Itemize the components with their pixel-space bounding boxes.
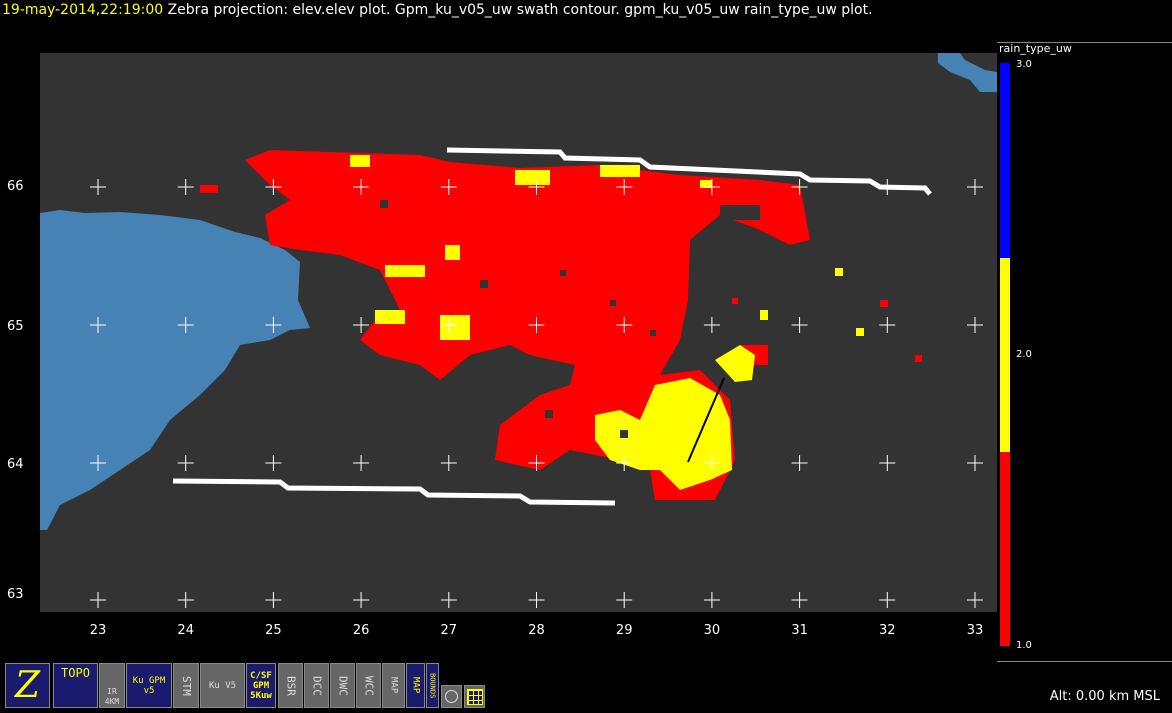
divider (997, 661, 1172, 662)
topo-button[interactable]: TOPO (53, 663, 98, 708)
ir-4km-button[interactable]: IR 4KM (99, 663, 125, 708)
wcc-button[interactable]: WCC (356, 663, 381, 708)
colorbar-label-1: 1.0 (1016, 640, 1032, 651)
x-axis-label: 24 (177, 623, 194, 638)
map-gray-button[interactable]: MAP (382, 663, 405, 708)
map-blue-button[interactable]: MAP (406, 663, 425, 708)
x-axis-label: 29 (616, 623, 633, 638)
ku-gpm-v5-button[interactable]: Ku GPM v5 (126, 663, 172, 708)
y-axis-label: 63 (7, 587, 24, 602)
y-axis-labels: 66 65 64 63 (7, 179, 24, 602)
dcc-button[interactable]: DCC (304, 663, 329, 708)
bounds-button[interactable]: BOUNDS (426, 663, 439, 708)
x-axis-label: 26 (353, 623, 370, 638)
y-axis-label: 65 (7, 319, 24, 334)
ku-v5-button[interactable]: Ku V5 (200, 663, 245, 708)
zebra-logo-button[interactable]: Z (5, 663, 50, 708)
colorbar-red (1000, 452, 1010, 646)
altitude-readout: Alt: 0.00 km MSL (1049, 689, 1160, 704)
center-button[interactable] (441, 685, 462, 708)
x-axis-label: 33 (967, 623, 984, 638)
colorbar-title: rain_type_uw (999, 42, 1072, 55)
x-axis-label: 25 (265, 623, 282, 638)
grid-button[interactable] (464, 685, 485, 708)
map-plot[interactable]: 23 24 25 26 27 28 29 30 31 32 33 66 65 64 63 (0, 0, 1172, 660)
x-axis-labels: 23 24 25 26 27 28 29 30 31 32 33 (90, 623, 984, 638)
x-axis-label: 23 (90, 623, 107, 638)
x-axis-label: 30 (704, 623, 721, 638)
colorbar-label-3: 3.0 (1016, 59, 1032, 70)
x-axis-label: 28 (528, 623, 545, 638)
x-axis-label: 27 (441, 623, 458, 638)
y-axis-label: 66 (7, 179, 24, 194)
colorbar-blue (1000, 63, 1010, 258)
x-axis-label: 32 (879, 623, 896, 638)
circle-target-icon (445, 690, 458, 703)
stm-button[interactable]: STM (173, 663, 199, 708)
colorbar-label-2: 2.0 (1016, 349, 1032, 360)
csf-gpm-button[interactable]: C/SF GPM 5Kuw (246, 663, 276, 708)
colorbar-yellow (1000, 258, 1010, 452)
dwc-button[interactable]: DWC (330, 663, 355, 708)
x-axis-label: 31 (791, 623, 808, 638)
bsr-button[interactable]: BSR (278, 663, 303, 708)
y-axis-label: 64 (7, 457, 24, 472)
grid-icon (466, 688, 483, 705)
